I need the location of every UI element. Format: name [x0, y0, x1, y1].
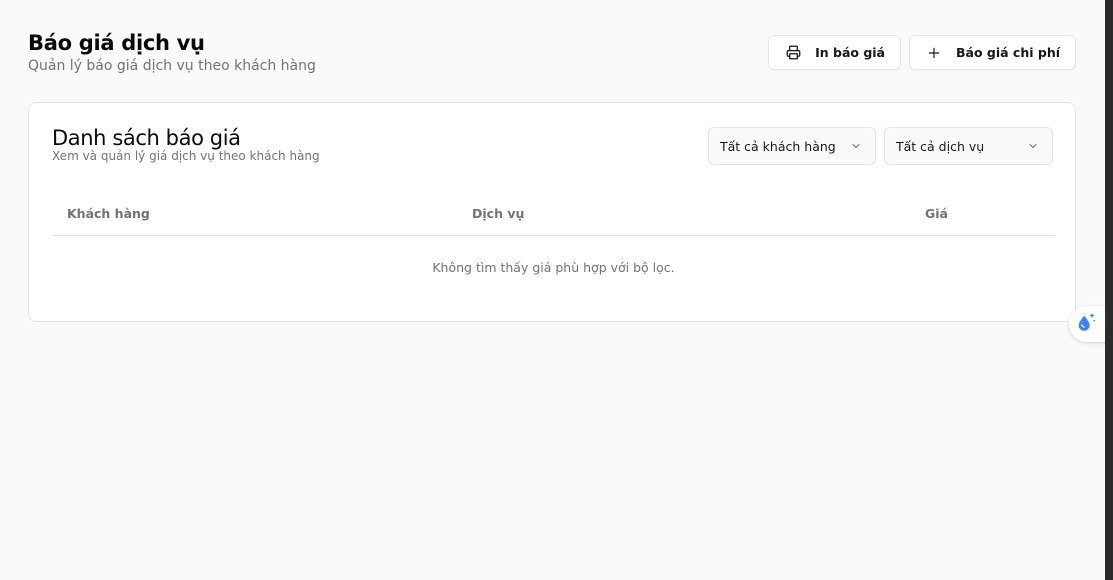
print-quote-button[interactable]: In báo giá: [768, 35, 901, 70]
column-header-service[interactable]: Dịch vụ: [472, 206, 892, 221]
page-subtitle: Quản lý báo giá dịch vụ theo khách hàng: [28, 58, 316, 74]
page-title: Báo giá dịch vụ: [28, 31, 205, 55]
chevron-down-icon: [849, 139, 863, 153]
sparkle-droplet-icon: [1075, 311, 1097, 337]
header-actions: In báo giá Báo giá chi phí: [768, 35, 1076, 70]
card-title: Danh sách báo giá: [52, 126, 241, 150]
table-header: Khách hàng Dịch vụ Giá: [52, 191, 1055, 236]
quote-list-card: Danh sách báo giá Xem và quản lý giá dịc…: [28, 102, 1076, 322]
service-filter-value: Tất cả dịch vụ: [896, 138, 985, 154]
quote-table: Khách hàng Dịch vụ Giá Không tìm thấy gi…: [52, 191, 1055, 301]
empty-state-message: Không tìm thấy giá phù hợp với bộ lọc.: [432, 259, 675, 275]
column-header-price[interactable]: Giá: [892, 206, 948, 221]
window-edge: [1105, 0, 1113, 580]
service-filter-select[interactable]: Tất cả dịch vụ: [884, 127, 1053, 165]
column-header-customer[interactable]: Khách hàng: [52, 206, 472, 221]
printer-icon: [785, 45, 801, 61]
customer-filter-value: Tất cả khách hàng: [720, 138, 836, 154]
card-header: Danh sách báo giá Xem và quản lý giá dịc…: [52, 125, 320, 163]
chevron-down-icon: [1026, 139, 1040, 153]
add-cost-quote-label: Báo giá chi phí: [956, 45, 1060, 60]
plus-icon: [926, 45, 942, 61]
customer-filter-select[interactable]: Tất cả khách hàng: [708, 127, 876, 165]
add-cost-quote-button[interactable]: Báo giá chi phí: [909, 35, 1076, 70]
print-quote-label: In báo giá: [815, 45, 885, 60]
page-header: Báo giá dịch vụ Quản lý báo giá dịch vụ …: [28, 30, 316, 75]
page: Báo giá dịch vụ Quản lý báo giá dịch vụ …: [0, 0, 1113, 580]
card-subtitle: Xem và quản lý giá dịch vụ theo khách hà…: [52, 149, 320, 163]
filters: Tất cả khách hàng Tất cả dịch vụ: [708, 127, 1053, 165]
